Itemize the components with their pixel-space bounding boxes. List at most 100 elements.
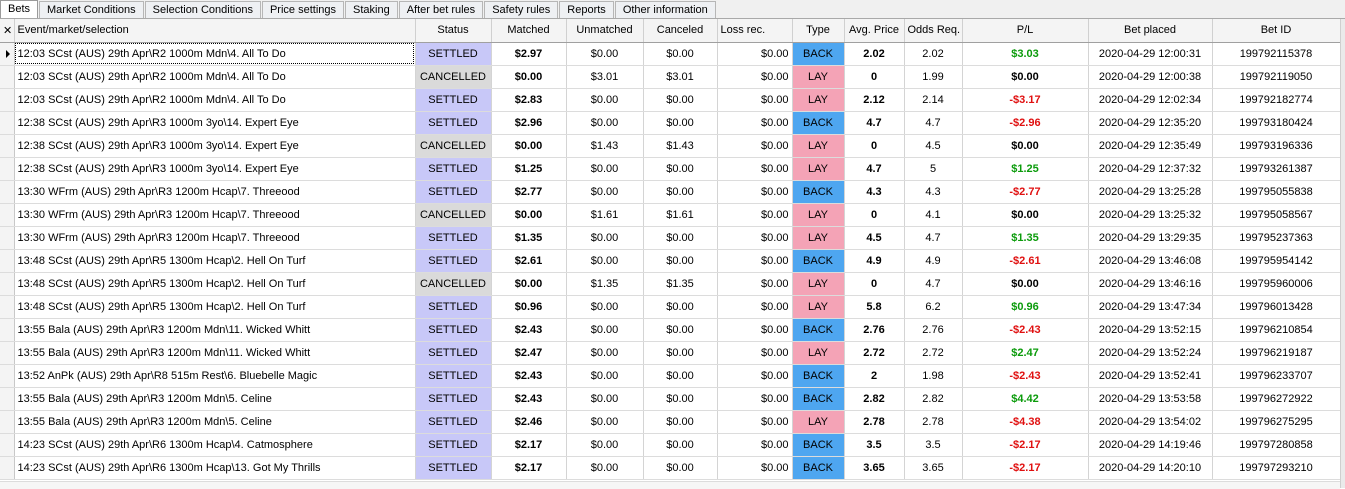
loss-rec-cell: $0.00 — [717, 341, 793, 365]
table-row[interactable]: 13:48 SCst (AUS) 29th Apr\R5 1300m Hcap\… — [0, 249, 1341, 273]
row-indicator[interactable] — [0, 157, 15, 181]
column-header-odds-req[interactable]: Odds Req. — [904, 19, 963, 43]
row-indicator[interactable] — [0, 410, 15, 434]
row-indicator[interactable] — [0, 364, 15, 388]
status-cell: SETTLED — [415, 364, 492, 388]
avg-price-cell: 3.5 — [844, 433, 905, 457]
status-cell: CANCELLED — [415, 203, 492, 227]
row-indicator[interactable] — [0, 65, 15, 89]
pl-cell: -$2.43 — [962, 318, 1089, 342]
canceled-cell: $0.00 — [643, 410, 718, 434]
row-indicator[interactable] — [0, 134, 15, 158]
unmatched-cell: $3.01 — [566, 65, 644, 89]
loss-rec-cell: $0.00 — [717, 157, 793, 181]
bet-id-cell: 199796272922 — [1212, 387, 1341, 411]
canceled-cell: $1.43 — [643, 134, 718, 158]
avg-price-cell: 4.3 — [844, 180, 905, 204]
row-indicator[interactable] — [0, 433, 15, 457]
table-row[interactable]: 13:48 SCst (AUS) 29th Apr\R5 1300m Hcap\… — [0, 272, 1341, 296]
bet-id-cell: 199793261387 — [1212, 157, 1341, 181]
row-indicator[interactable] — [0, 111, 15, 135]
column-header-avg-price[interactable]: Avg. Price — [844, 19, 905, 43]
row-indicator[interactable] — [0, 272, 15, 296]
tab-selection-conditions[interactable]: Selection Conditions — [144, 1, 261, 18]
avg-price-cell: 2.12 — [844, 88, 905, 112]
avg-price-cell: 0 — [844, 134, 905, 158]
tab-other-information[interactable]: Other information — [614, 1, 716, 18]
tab-reports[interactable]: Reports — [559, 1, 614, 18]
tab-bets[interactable]: Bets — [0, 0, 39, 18]
column-header-unmatched[interactable]: Unmatched — [566, 19, 644, 43]
event-cell: 12:03 SCst (AUS) 29th Apr\R2 1000m Mdn\4… — [14, 42, 416, 66]
column-header-bet-placed[interactable]: Bet placed — [1088, 19, 1213, 43]
matched-cell: $2.17 — [491, 433, 567, 457]
table-row[interactable]: 13:48 SCst (AUS) 29th Apr\R5 1300m Hcap\… — [0, 295, 1341, 319]
table-row[interactable]: 13:30 WFrm (AUS) 29th Apr\R3 1200m Hcap\… — [0, 180, 1341, 204]
unmatched-cell: $0.00 — [566, 180, 644, 204]
table-row[interactable]: 13:55 Bala (AUS) 29th Apr\R3 1200m Mdn\5… — [0, 410, 1341, 434]
row-indicator[interactable] — [0, 42, 15, 66]
column-header-loss-rec[interactable]: Loss rec. — [717, 19, 793, 43]
row-indicator[interactable] — [0, 180, 15, 204]
row-indicator[interactable] — [0, 295, 15, 319]
row-indicator[interactable] — [0, 456, 15, 480]
bet-placed-cell: 2020-04-29 12:02:34 — [1088, 88, 1213, 112]
odds-req-cell: 4.7 — [904, 111, 963, 135]
row-indicator[interactable] — [0, 88, 15, 112]
table-row[interactable]: 13:52 AnPk (AUS) 29th Apr\R8 515m Rest\6… — [0, 364, 1341, 388]
matched-cell: $2.47 — [491, 341, 567, 365]
row-indicator[interactable] — [0, 318, 15, 342]
type-cell: BACK — [792, 111, 845, 135]
table-row[interactable]: 13:30 WFrm (AUS) 29th Apr\R3 1200m Hcap\… — [0, 226, 1341, 250]
status-cell: SETTLED — [415, 318, 492, 342]
table-row[interactable]: 13:55 Bala (AUS) 29th Apr\R3 1200m Mdn\1… — [0, 341, 1341, 365]
column-header-type[interactable]: Type — [792, 19, 845, 43]
table-row[interactable]: 14:23 SCst (AUS) 29th Apr\R6 1300m Hcap\… — [0, 433, 1341, 457]
row-indicator[interactable] — [0, 226, 15, 250]
unmatched-cell: $0.00 — [566, 456, 644, 480]
pl-cell: $3.03 — [962, 42, 1089, 66]
tab-market-conditions[interactable]: Market Conditions — [39, 1, 144, 18]
row-indicator[interactable] — [0, 203, 15, 227]
type-cell: LAY — [792, 341, 845, 365]
bet-placed-cell: 2020-04-29 13:25:28 — [1088, 180, 1213, 204]
table-row[interactable]: 13:55 Bala (AUS) 29th Apr\R3 1200m Mdn\1… — [0, 318, 1341, 342]
tab-safety-rules[interactable]: Safety rules — [484, 1, 559, 18]
column-header-pl[interactable]: P/L — [962, 19, 1089, 43]
table-row[interactable]: 12:38 SCst (AUS) 29th Apr\R3 1000m 3yo\1… — [0, 157, 1341, 181]
table-row[interactable]: 12:38 SCst (AUS) 29th Apr\R3 1000m 3yo\1… — [0, 111, 1341, 135]
event-cell: 13:55 Bala (AUS) 29th Apr\R3 1200m Mdn\1… — [14, 341, 416, 365]
close-icon[interactable]: ✕ — [0, 19, 15, 43]
type-cell: LAY — [792, 134, 845, 158]
table-row[interactable]: 13:30 WFrm (AUS) 29th Apr\R3 1200m Hcap\… — [0, 203, 1341, 227]
odds-req-cell: 4.7 — [904, 226, 963, 250]
column-header-matched[interactable]: Matched — [491, 19, 567, 43]
event-cell: 13:48 SCst (AUS) 29th Apr\R5 1300m Hcap\… — [14, 295, 416, 319]
tab-staking[interactable]: Staking — [345, 1, 398, 18]
table-row[interactable]: 14:23 SCst (AUS) 29th Apr\R6 1300m Hcap\… — [0, 456, 1341, 480]
avg-price-cell: 2.78 — [844, 410, 905, 434]
odds-req-cell: 1.98 — [904, 364, 963, 388]
table-row[interactable]: 12:03 SCst (AUS) 29th Apr\R2 1000m Mdn\4… — [0, 42, 1341, 66]
row-indicator[interactable] — [0, 341, 15, 365]
table-row[interactable]: 12:03 SCst (AUS) 29th Apr\R2 1000m Mdn\4… — [0, 88, 1341, 112]
odds-req-cell: 6.2 — [904, 295, 963, 319]
table-row[interactable]: 13:55 Bala (AUS) 29th Apr\R3 1200m Mdn\5… — [0, 387, 1341, 411]
column-header-status[interactable]: Status — [415, 19, 492, 43]
odds-req-cell: 2.78 — [904, 410, 963, 434]
row-indicator[interactable] — [0, 249, 15, 273]
vertical-scrollbar[interactable] — [1340, 19, 1345, 488]
type-cell: BACK — [792, 456, 845, 480]
status-cell: SETTLED — [415, 180, 492, 204]
column-header-canceled[interactable]: Canceled — [643, 19, 718, 43]
odds-req-cell: 2.76 — [904, 318, 963, 342]
table-row[interactable]: 12:38 SCst (AUS) 29th Apr\R3 1000m 3yo\1… — [0, 134, 1341, 158]
table-row[interactable]: 12:03 SCst (AUS) 29th Apr\R2 1000m Mdn\4… — [0, 65, 1341, 89]
row-indicator[interactable] — [0, 387, 15, 411]
loss-rec-cell: $0.00 — [717, 364, 793, 388]
event-cell: 13:55 Bala (AUS) 29th Apr\R3 1200m Mdn\5… — [14, 410, 416, 434]
tab-after-bet-rules[interactable]: After bet rules — [398, 1, 484, 18]
column-header-bet-id[interactable]: Bet ID — [1212, 19, 1341, 43]
column-header-event[interactable]: Event/market/selection — [14, 19, 416, 43]
tab-price-settings[interactable]: Price settings — [261, 1, 344, 18]
